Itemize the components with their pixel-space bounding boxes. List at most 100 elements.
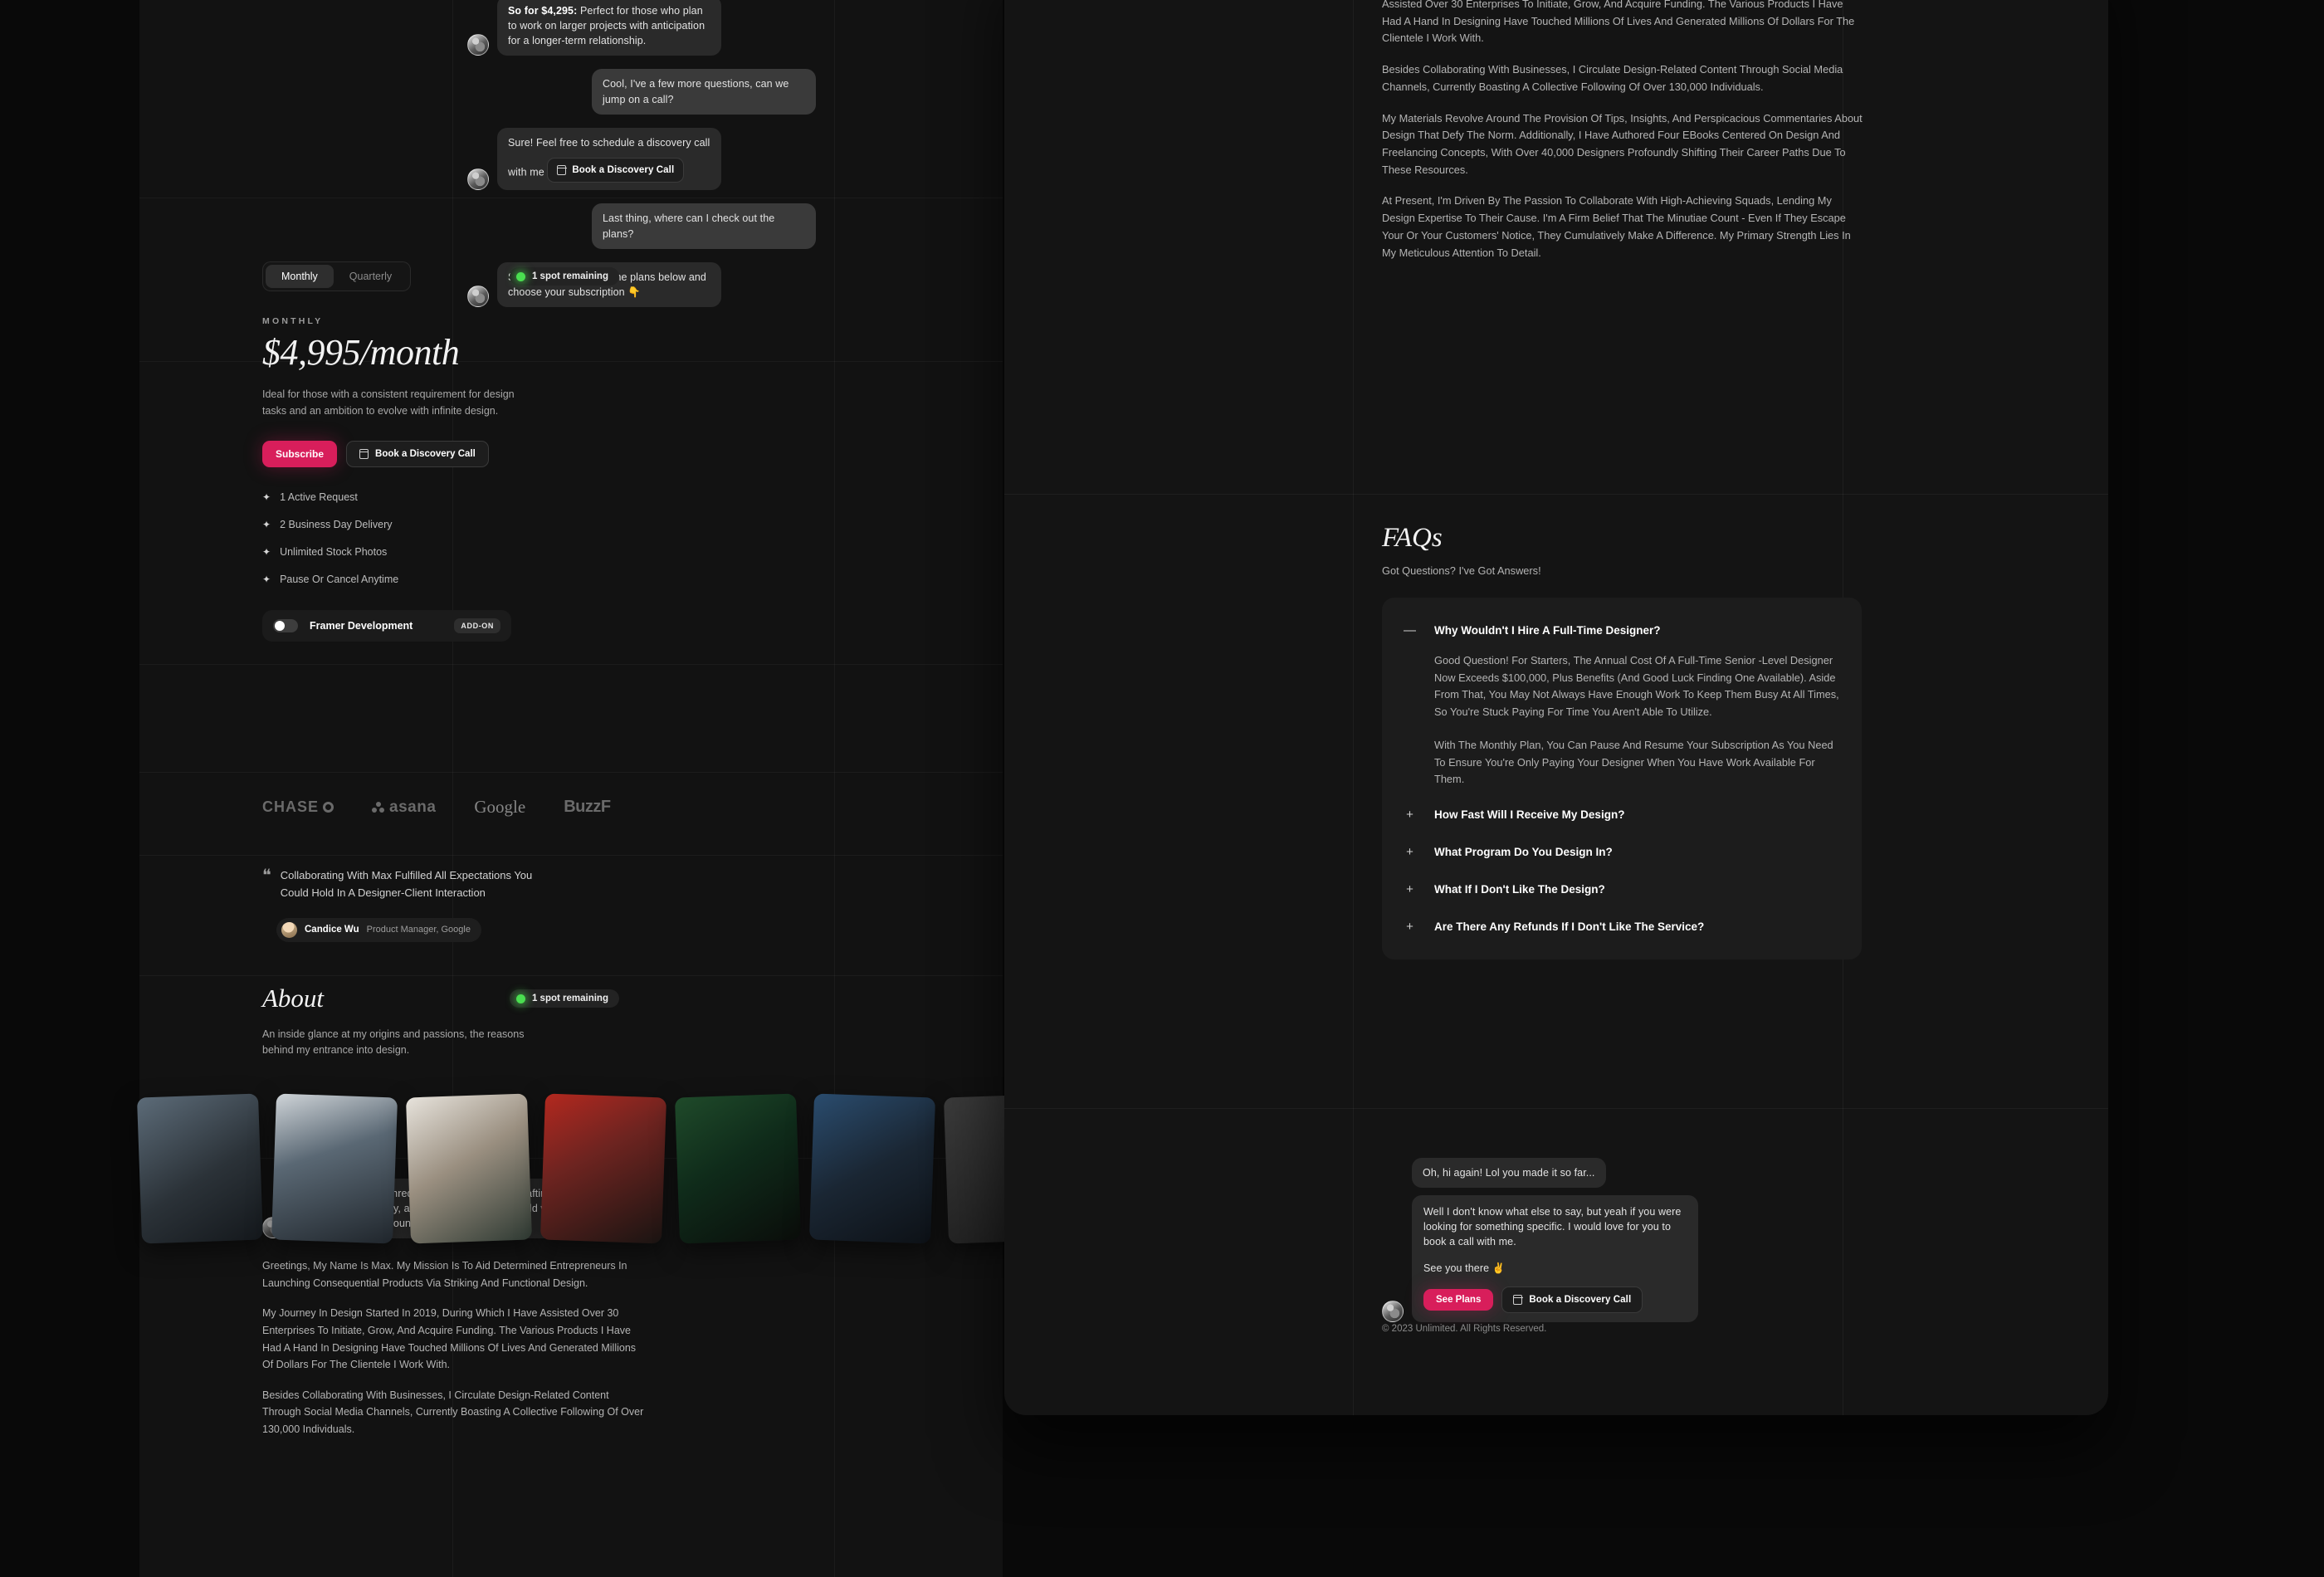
calendar-icon: [359, 448, 369, 459]
minus-icon: —: [1404, 623, 1416, 637]
status-badge-label: 1 spot remaining: [531, 994, 608, 1003]
faq-item[interactable]: + How Fast Will I Receive My Design?: [1404, 800, 1840, 829]
faq-question-label: Are There Any Refunds If I Don't Like Th…: [1434, 920, 1705, 934]
avatar: [281, 921, 297, 938]
grid-line: [834, 0, 835, 1577]
faq-item[interactable]: + What If I Don't Like The Design?: [1404, 875, 1840, 904]
left-panel: So for $4,295: Perfect for those who pla…: [139, 0, 1003, 1577]
testimonial-author: Candice Wu Product Manager, Google: [276, 917, 481, 942]
chat-bubble: Sure! Feel free to schedule a discovery …: [497, 127, 721, 191]
about-paragraph: Besides Collaborating With Businesses, I…: [1382, 63, 1843, 93]
about-paragraph: At Present, I'm Driven By The Passion To…: [1382, 194, 1851, 259]
see-plans-button[interactable]: See Plans: [1423, 1288, 1494, 1311]
faq-question-label: What Program Do You Design In?: [1434, 846, 1613, 859]
grid-line: [1004, 494, 2108, 495]
sparkle-icon: ✦: [262, 573, 271, 585]
grid-line: [139, 664, 1003, 665]
footer-copyright: © 2023 Unlimited. All Rights Reserved.: [1382, 1324, 1547, 1334]
about-paragraph: My Materials Revolve Around The Provisio…: [1382, 111, 1863, 176]
faq-subheading: Got Questions? I've Got Answers!: [1382, 564, 1541, 577]
book-discovery-call-button[interactable]: Book a Discovery Call: [1501, 1286, 1643, 1314]
faq-answer-paragraph: Good Question! For Starters, The Annual …: [1434, 654, 1839, 719]
about-lede: An inside glance at my origins and passi…: [262, 1028, 525, 1057]
logo-google: Google: [474, 797, 526, 817]
faq-answer-paragraph: With The Monthly Plan, You Can Pause And…: [1434, 738, 1833, 786]
plan-feature: ✦ 1 Active Request: [262, 491, 843, 503]
book-discovery-call-button[interactable]: Book a Discovery Call: [346, 440, 489, 467]
plus-icon: +: [1406, 882, 1413, 897]
about-section-header: About 1 spot remaining An inside glance …: [262, 984, 619, 1059]
about-paragraph: Besides Collaborating With Businesses, I…: [262, 1389, 644, 1435]
plan-price: $4,995/month: [262, 332, 460, 373]
avatar: [467, 34, 489, 56]
status-badge-spots: 1 spot remaining: [509, 267, 619, 286]
chat-bubble: Well I don't know what else to say, but …: [1412, 1195, 1698, 1323]
addon-badge: ADD-ON: [454, 618, 500, 633]
chat-text: See you there ✌️: [1423, 1262, 1506, 1274]
status-badge-spots: 1 spot remaining: [509, 989, 619, 1008]
logo-asana: asana: [372, 798, 436, 817]
client-logo-strip: CHASE asana Google BuzzF: [262, 797, 611, 818]
gallery-image: [405, 1093, 533, 1244]
author-role: Product Manager, Google: [366, 925, 471, 935]
button-label: Book a Discovery Call: [1529, 1294, 1632, 1305]
plan-feature: ✦ Unlimited Stock Photos: [262, 546, 843, 558]
faq-question-label: How Fast Will I Receive My Design?: [1434, 808, 1625, 822]
feature-label: Unlimited Stock Photos: [280, 545, 388, 558]
billing-period-toggle[interactable]: Monthly Quarterly: [262, 261, 412, 291]
chase-mark-icon: [323, 802, 334, 813]
faq-question-label: What If I Don't Like The Design?: [1434, 883, 1605, 896]
author-name: Candice Wu: [305, 925, 359, 935]
gallery-image: [136, 1093, 264, 1244]
gallery-image: [271, 1093, 398, 1244]
tab-monthly[interactable]: Monthly: [266, 265, 334, 288]
testimonial-block: ❝ Collaborating With Max Fulfilled All E…: [262, 867, 594, 942]
gallery-image: [674, 1093, 802, 1244]
asana-mark-icon: [372, 802, 385, 813]
addon-toggle[interactable]: [273, 618, 298, 632]
chat-message: Last thing, where can I check out the pl…: [467, 203, 816, 249]
about-body-text: Greetings, My Name Is Max. My Mission Is…: [262, 1257, 661, 1452]
addon-row[interactable]: Framer Development ADD-ON: [262, 609, 511, 642]
grid-line: [1004, 1108, 2108, 1109]
addon-label: Framer Development: [310, 619, 413, 632]
gallery-image: [808, 1093, 936, 1244]
chat-bubble: So for $4,295: Perfect for those who pla…: [497, 0, 721, 56]
gallery-image: [540, 1093, 667, 1244]
plus-icon: +: [1406, 808, 1413, 823]
about-long-copy: Assisted Over 30 Enterprises To Initiate…: [1382, 0, 1880, 276]
grid-line: [139, 975, 1003, 976]
tab-quarterly[interactable]: Quarterly: [334, 265, 408, 288]
about-paragraph: Assisted Over 30 Enterprises To Initiate…: [1382, 0, 1855, 45]
logo-text: asana: [389, 798, 437, 816]
feature-label: Pause Or Cancel Anytime: [280, 573, 399, 585]
chat-bubble: Oh, hi again! Lol you made it so far...: [1412, 1158, 1606, 1189]
chat-bubble: Last thing, where can I check out the pl…: [592, 203, 816, 249]
quote-icon: ❝: [262, 867, 271, 885]
status-badge-label: 1 spot remaining: [531, 271, 608, 281]
chat-message: Oh, hi again! Lol you made it so far...: [1412, 1158, 1897, 1189]
pricing-section: Monthly Quarterly 1 spot remaining MONTH…: [262, 261, 843, 642]
faq-question-row[interactable]: — Why Wouldn't I Hire A Full-Time Design…: [1404, 616, 1840, 645]
photo-gallery: [136, 1093, 1071, 1244]
button-label: Book a Discovery Call: [375, 448, 476, 459]
chat-message: Sure! Feel free to schedule a discovery …: [467, 127, 816, 191]
page-title-faqs: FAQs: [1382, 523, 1443, 553]
page-title-about: About: [262, 984, 325, 1013]
faq-item[interactable]: — Why Wouldn't I Hire A Full-Time Design…: [1404, 616, 1840, 788]
calendar-icon: [557, 165, 567, 176]
chat-message: So for $4,295: Perfect for those who pla…: [467, 0, 816, 56]
subscribe-button[interactable]: Subscribe: [262, 440, 338, 467]
calendar-icon: [1513, 1294, 1523, 1305]
grid-line: [139, 855, 1003, 856]
plan-eyebrow: MONTHLY: [262, 316, 324, 326]
plan-feature: ✦ 2 Business Day Delivery: [262, 519, 843, 530]
faq-item[interactable]: + Are There Any Refunds If I Don't Like …: [1404, 912, 1840, 941]
faq-item[interactable]: + What Program Do You Design In?: [1404, 837, 1840, 867]
avatar: [467, 168, 489, 191]
about-paragraph: Greetings, My Name Is Max. My Mission Is…: [262, 1260, 627, 1289]
plan-description: Ideal for those with a consistent requir…: [262, 388, 515, 417]
chat-text: Well I don't know what else to say, but …: [1423, 1206, 1682, 1248]
plan-feature: ✦ Pause Or Cancel Anytime: [262, 574, 843, 585]
book-discovery-call-button[interactable]: Book a Discovery Call: [547, 157, 685, 183]
